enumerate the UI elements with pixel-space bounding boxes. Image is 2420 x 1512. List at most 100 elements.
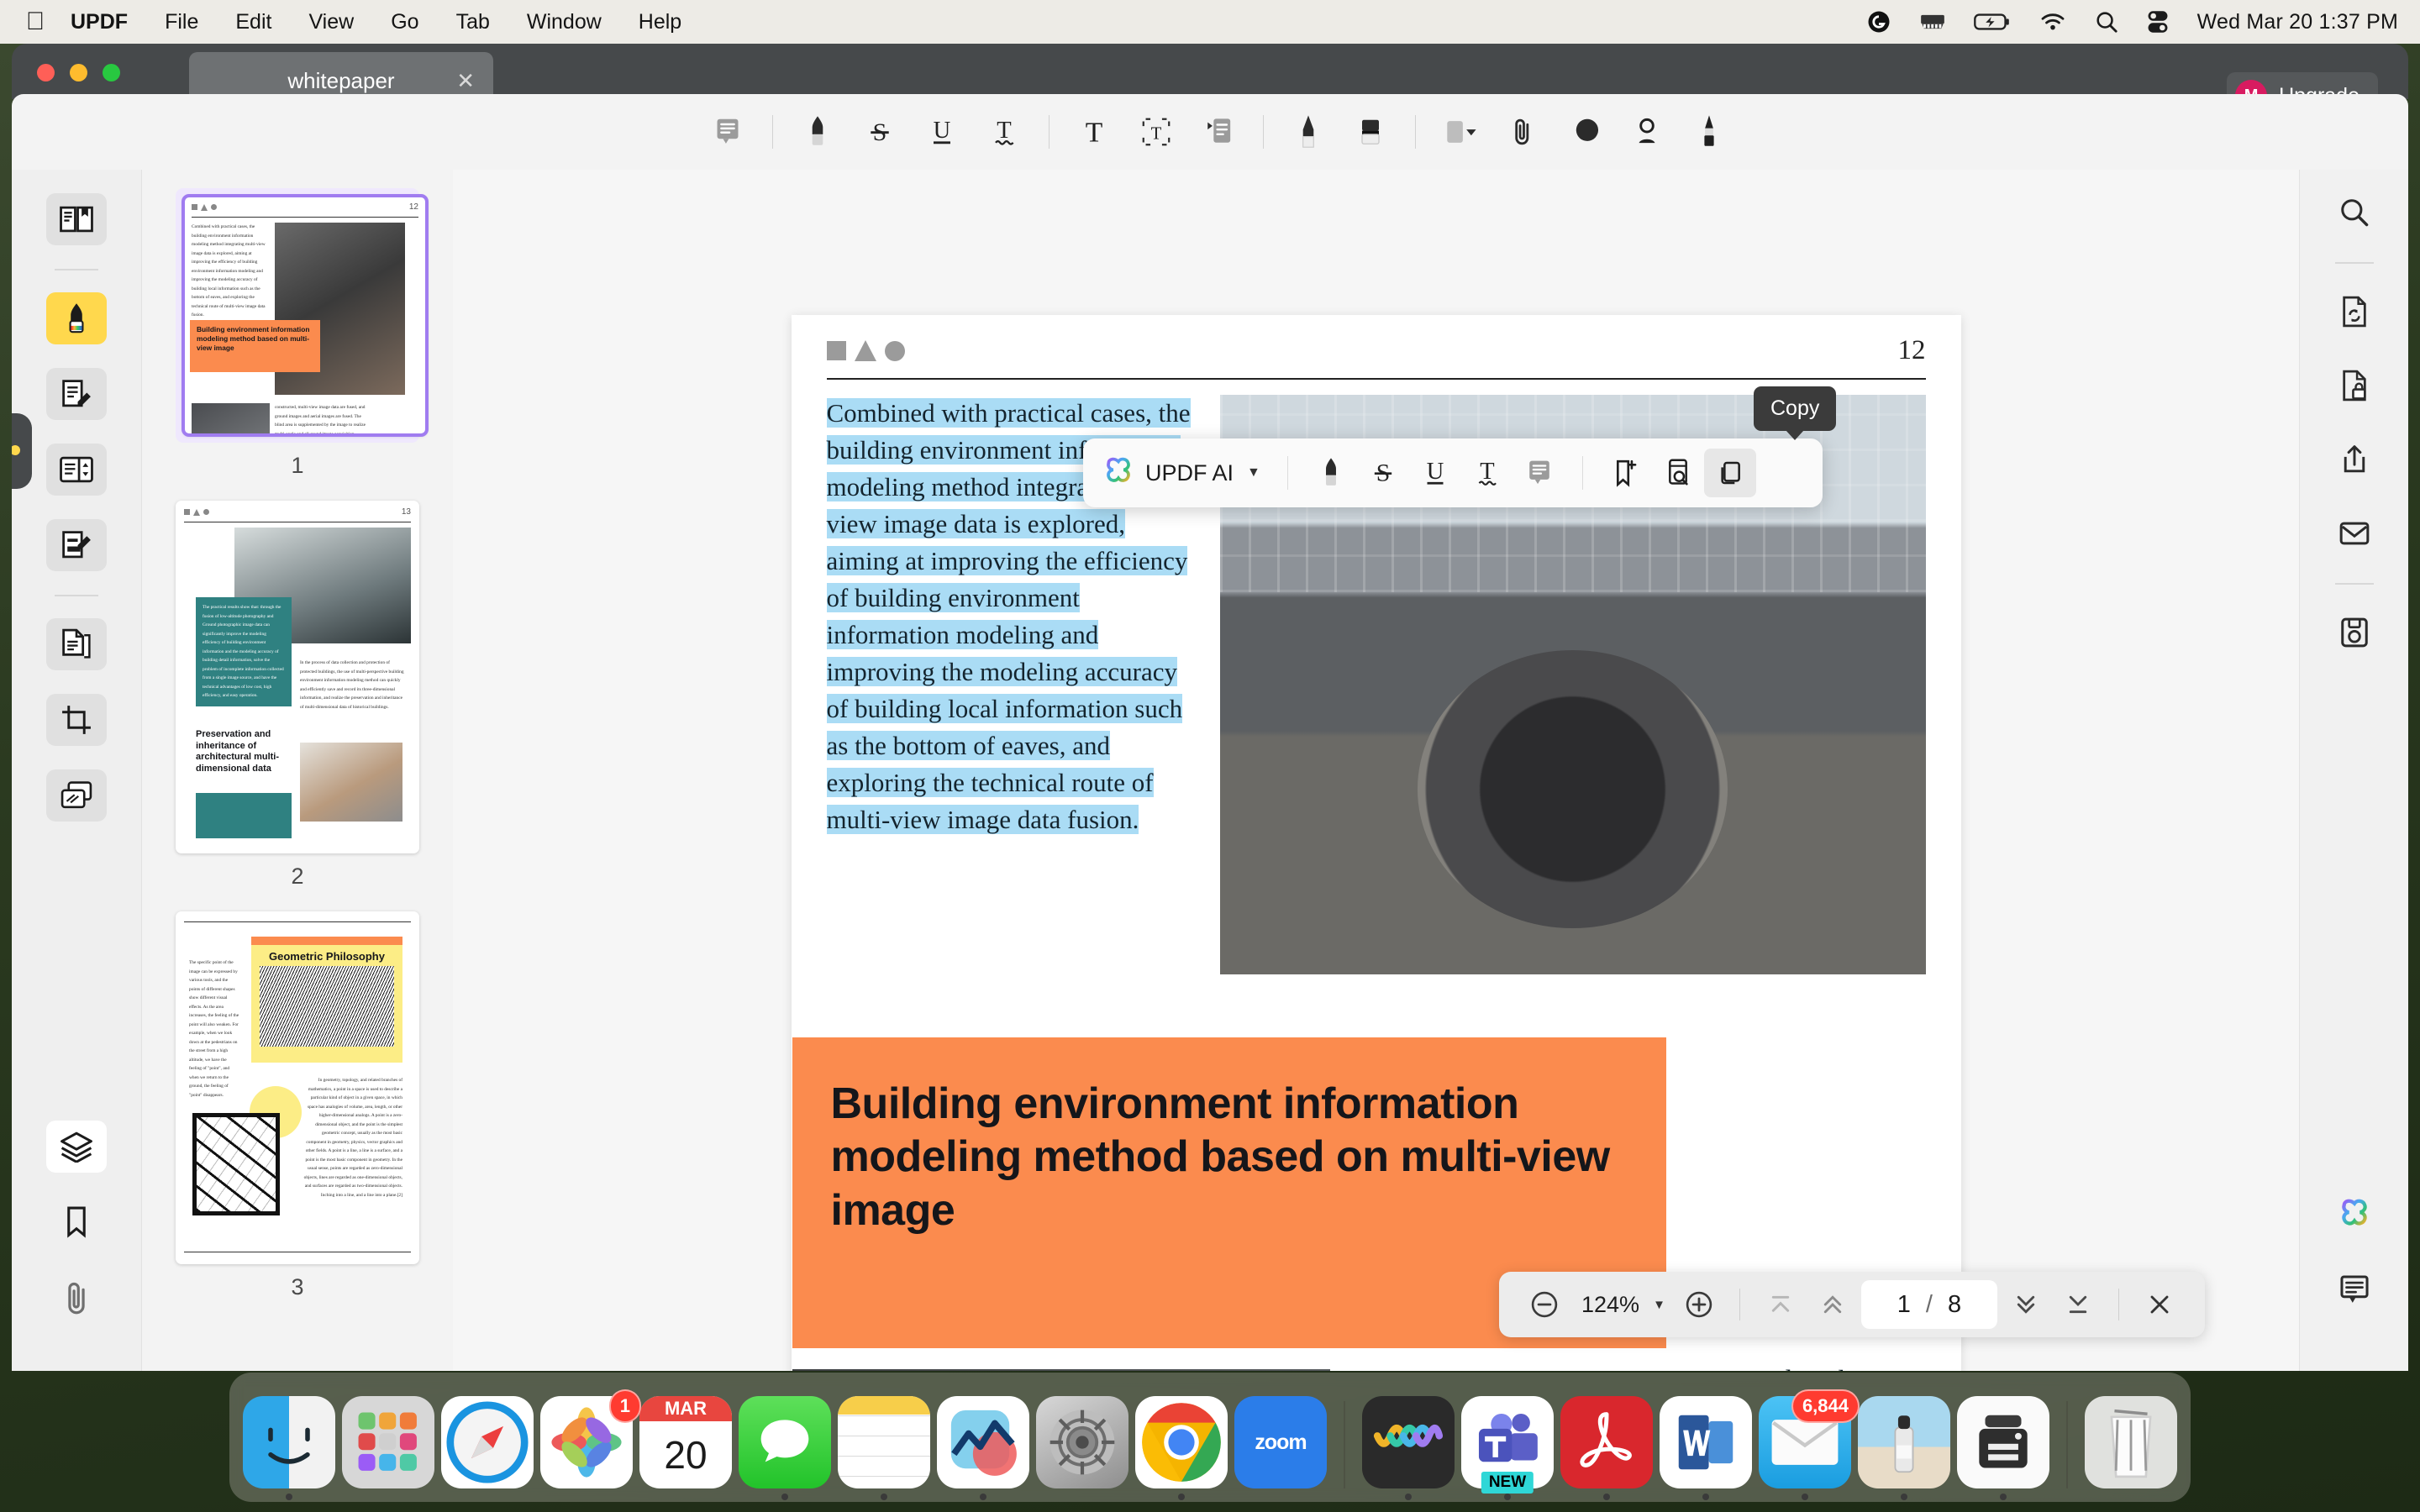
sidebar-item-convert[interactable] <box>46 618 107 670</box>
chevron-down-icon[interactable]: ▼ <box>1653 1298 1665 1312</box>
dock-item-google-chrome[interactable] <box>1135 1396 1228 1488</box>
next-page-icon[interactable] <box>2002 1281 2049 1328</box>
dock-item-system-settings[interactable] <box>1036 1396 1128 1488</box>
thumbnail-page-3[interactable]: Geometric Philosophy The specific point … <box>176 911 419 1264</box>
dock-item-microsoft-teams[interactable]: NEW <box>1461 1396 1554 1488</box>
dock-item-calendar[interactable]: MAR 20 <box>639 1396 732 1488</box>
dock-item-microsoft-word[interactable] <box>1660 1396 1752 1488</box>
thumbnail-page-1[interactable]: 12 Combined with practical cases, the bu… <box>183 196 427 435</box>
thumbnail-page-2[interactable]: 13 The practical results show that: thro… <box>176 501 419 853</box>
sidebar-item-organize-pages[interactable] <box>46 444 107 496</box>
sidebar-item-fill-sign[interactable] <box>46 519 107 571</box>
dock-item-safari[interactable] <box>441 1396 534 1488</box>
zoom-level-label[interactable]: 124% <box>1573 1292 1648 1318</box>
dock-item-wondershare[interactable] <box>1362 1396 1455 1488</box>
dock-item-adobe-acrobat[interactable] <box>1560 1396 1653 1488</box>
menu-help[interactable]: Help <box>620 0 700 44</box>
search-icon[interactable] <box>2327 188 2382 237</box>
plus-circle-icon[interactable] <box>1676 1281 1723 1328</box>
dock-item-printer[interactable] <box>1957 1396 2049 1488</box>
previous-page-icon[interactable] <box>1809 1281 1856 1328</box>
menubar-clock[interactable]: Wed Mar 20 1:37 PM <box>2197 10 2398 34</box>
keyboard-icon[interactable] <box>1920 12 1945 32</box>
pen-icon[interactable] <box>1277 106 1339 158</box>
dock-item-mail[interactable]: 6,844 <box>1759 1396 1851 1488</box>
close-icon[interactable] <box>2136 1281 2183 1328</box>
menu-updf[interactable]: UPDF <box>52 0 146 44</box>
protect-document-icon[interactable] <box>2327 361 2382 410</box>
sticky-note-icon[interactable] <box>1513 449 1565 497</box>
close-window-button[interactable] <box>37 64 55 81</box>
dock-item-notes[interactable] <box>838 1396 930 1488</box>
maximize-window-button[interactable] <box>103 64 120 81</box>
dock-item-photos[interactable]: 1 <box>540 1396 633 1488</box>
menu-go[interactable]: Go <box>372 0 437 44</box>
chevron-down-icon[interactable]: ▼ <box>1247 465 1260 480</box>
first-page-icon[interactable] <box>1757 1281 1804 1328</box>
sidebar-item-comment[interactable] <box>46 292 107 344</box>
minus-circle-icon[interactable] <box>1521 1281 1568 1328</box>
menu-view[interactable]: View <box>290 0 372 44</box>
underline-icon[interactable]: U <box>1409 449 1461 497</box>
document-viewer[interactable]: 12 Combined with practical cases, the bu… <box>453 170 2299 1371</box>
grammarly-icon[interactable] <box>1866 9 1891 34</box>
strikethrough-icon[interactable]: S <box>849 106 911 158</box>
squiggly-underline-icon[interactable]: T <box>973 106 1035 158</box>
email-icon[interactable] <box>2327 509 2382 558</box>
menu-file[interactable]: File <box>146 0 217 44</box>
highlight-icon[interactable] <box>1305 449 1357 497</box>
dock-item-stocks[interactable] <box>937 1396 1029 1488</box>
sidebar-item-reader[interactable] <box>46 193 107 245</box>
copy-icon[interactable] <box>1704 449 1756 497</box>
menu-tab[interactable]: Tab <box>438 0 508 44</box>
shapes-icon[interactable] <box>1429 106 1491 158</box>
page-number-input[interactable]: 1 / 8 <box>1861 1280 1997 1329</box>
minimize-window-button[interactable] <box>70 64 87 81</box>
attachment-panel-icon[interactable] <box>46 1272 107 1324</box>
page-thumbnail-panel[interactable]: 12 Combined with practical cases, the bu… <box>142 170 453 1371</box>
dock-item-trash[interactable] <box>2085 1396 2177 1488</box>
sticky-note-icon[interactable] <box>697 106 759 158</box>
text-selection-toolbar[interactable]: UPDF AI ▼ S U T <box>1083 438 1823 507</box>
attachment-icon[interactable] <box>1491 106 1554 158</box>
signature-icon[interactable] <box>1616 106 1678 158</box>
sticker-icon[interactable] <box>1678 106 1740 158</box>
dock-item-zoom[interactable]: zoom <box>1234 1396 1327 1488</box>
ocr-convert-icon[interactable] <box>2327 287 2382 336</box>
dock-item-finder[interactable] <box>243 1396 335 1488</box>
strikethrough-icon[interactable]: S <box>1357 449 1409 497</box>
add-text-icon[interactable]: T <box>1063 106 1125 158</box>
sidebar-item-batch[interactable] <box>46 769 107 822</box>
sidebar-item-crop[interactable] <box>46 694 107 746</box>
apple-logo-icon[interactable]:  <box>18 2 52 42</box>
updf-ai-button[interactable]: UPDF AI ▼ <box>1102 456 1270 490</box>
dock-item-preview[interactable] <box>1858 1396 1950 1488</box>
last-page-icon[interactable] <box>2054 1281 2102 1328</box>
spotlight-search-icon[interactable] <box>2095 10 2118 34</box>
comment-bubble-icon[interactable] <box>2327 1265 2382 1314</box>
text-box-icon[interactable]: T <box>1125 106 1187 158</box>
battery-charging-icon[interactable] <box>1974 12 2011 32</box>
updf-ai-icon[interactable] <box>2327 1191 2382 1240</box>
add-bookmark-icon[interactable] <box>1600 449 1652 497</box>
dock-item-launchpad[interactable] <box>342 1396 434 1488</box>
search-selection-icon[interactable] <box>1652 449 1704 497</box>
page-navigation-bar[interactable]: 124% ▼ 1 / 8 <box>1499 1272 2205 1337</box>
thumbnail-panel-icon[interactable] <box>46 1121 107 1173</box>
sidebar-item-edit-pdf[interactable] <box>46 368 107 420</box>
sidebar-collapse-handle[interactable] <box>12 413 32 489</box>
share-icon[interactable] <box>2327 435 2382 484</box>
menu-edit[interactable]: Edit <box>217 0 290 44</box>
menu-window[interactable]: Window <box>508 0 620 44</box>
highlight-icon[interactable] <box>786 106 849 158</box>
text-callout-icon[interactable] <box>1187 106 1249 158</box>
close-icon[interactable]: ✕ <box>456 70 475 92</box>
save-icon[interactable] <box>2327 608 2382 657</box>
bookmark-icon[interactable] <box>46 1196 107 1248</box>
underline-icon[interactable]: U <box>911 106 973 158</box>
wifi-icon[interactable] <box>2039 12 2066 32</box>
dock-item-messages[interactable] <box>739 1396 831 1488</box>
squiggly-underline-icon[interactable]: T <box>1461 449 1513 497</box>
stamp-icon[interactable] <box>1554 106 1616 158</box>
control-center-icon[interactable] <box>2147 10 2169 34</box>
